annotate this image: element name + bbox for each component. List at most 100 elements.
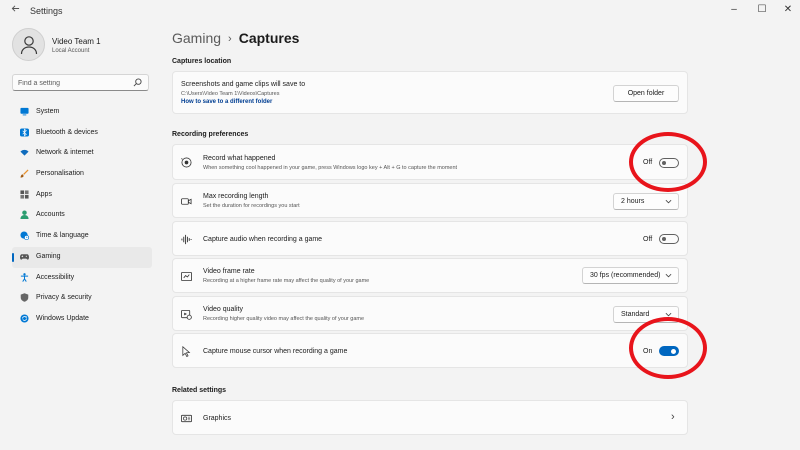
update-icon	[20, 314, 29, 323]
title-bar: Settings – ☐ ✕	[0, 0, 800, 22]
minimize-button[interactable]: –	[724, 2, 744, 18]
frame-rate-icon	[181, 271, 192, 282]
max-recording-length-title: Max recording length	[203, 193, 269, 200]
breadcrumb-parent[interactable]: Gaming	[172, 30, 221, 46]
capture-audio-toggle[interactable]	[659, 234, 679, 244]
toggle-knob	[662, 237, 666, 241]
account-type: Local Account	[52, 48, 90, 54]
breadcrumb: Gaming › Captures	[172, 30, 299, 46]
different-folder-link[interactable]: How to save to a different folder	[181, 99, 272, 105]
record-what-happened-title: Record what happened	[203, 155, 276, 162]
graphics-card-icon	[181, 414, 192, 423]
sidebar-item-system[interactable]: System	[12, 102, 152, 123]
avatar	[12, 28, 45, 61]
sidebar-item-accessibility[interactable]: Accessibility	[12, 268, 152, 289]
bluetooth-icon	[20, 128, 29, 137]
captures-path: C:\Users\Video Team 1\Videos\Captures	[181, 91, 280, 97]
max-recording-length-dropdown[interactable]: 2 hours	[613, 193, 679, 210]
brush-icon	[20, 169, 29, 178]
page-title: Captures	[238, 30, 300, 46]
video-frame-rate-dropdown[interactable]: 30 fps (recommended)	[582, 267, 679, 284]
maximize-button[interactable]: ☐	[752, 2, 772, 18]
gamepad-icon	[20, 254, 29, 260]
back-button[interactable]	[8, 4, 22, 18]
search-icon	[133, 78, 142, 87]
capture-mouse-cursor-toggle[interactable]	[659, 346, 679, 356]
section-heading-recording-preferences: Recording preferences	[172, 131, 249, 138]
breadcrumb-separator: ›	[228, 33, 232, 45]
video-quality-dropdown[interactable]: Standard	[613, 306, 679, 323]
sidebar-item-privacy-security[interactable]: Privacy & security	[12, 288, 152, 309]
accessibility-icon	[20, 272, 29, 282]
person-icon	[20, 36, 38, 55]
shield-icon	[20, 293, 29, 302]
capture-audio-title: Capture audio when recording a game	[203, 236, 323, 243]
video-quality-desc: Recording higher quality video may affec…	[203, 316, 365, 322]
sidebar-item-label: Gaming	[36, 252, 61, 260]
toggle-state-label: On	[643, 348, 653, 355]
sidebar-item-personalisation[interactable]: Personalisation	[12, 164, 152, 185]
max-recording-length-row: Max recording length Set the duration fo…	[172, 183, 688, 218]
sidebar-item-label: Bluetooth & devices	[36, 128, 98, 136]
toggle-knob	[671, 349, 676, 354]
open-folder-button[interactable]: Open folder	[613, 85, 679, 102]
wifi-icon	[20, 150, 29, 157]
monitor-icon	[20, 107, 29, 116]
apps-icon	[20, 190, 29, 199]
video-frame-rate-row: Video frame rate Recording at a higher f…	[172, 258, 688, 293]
section-heading-captures-location: Captures location	[172, 58, 232, 65]
dropdown-value: Standard	[621, 311, 650, 318]
user-profile[interactable]: Video Team 1 Local Account	[12, 28, 152, 64]
captures-location-card: Screenshots and game clips will save to …	[172, 71, 688, 114]
sidebar-item-label: Privacy & security	[36, 294, 92, 302]
close-button[interactable]: ✕	[778, 2, 798, 18]
record-what-happened-toggle[interactable]	[659, 158, 679, 168]
person-icon	[20, 210, 29, 220]
search-input[interactable]	[18, 77, 128, 89]
video-camera-icon	[181, 198, 192, 205]
dropdown-value: 2 hours	[621, 198, 645, 205]
chevron-right-icon: ›	[671, 411, 675, 423]
sidebar-item-label: Accessibility	[36, 273, 75, 281]
sidebar-item-label: Accounts	[36, 211, 65, 219]
video-quality-icon	[181, 309, 192, 320]
dropdown-value: 30 fps (recommended)	[590, 272, 661, 279]
video-quality-row: Video quality Recording higher quality v…	[172, 296, 688, 331]
chevron-down-icon	[665, 312, 672, 317]
mouse-pointer-icon	[182, 346, 191, 357]
sidebar-item-time-language[interactable]: Time & language	[12, 226, 152, 247]
chevron-down-icon	[665, 199, 672, 204]
capture-mouse-cursor-title: Capture mouse cursor when recording a ga…	[203, 348, 348, 355]
sidebar-item-apps[interactable]: Apps	[12, 185, 152, 206]
arrow-left-icon	[11, 5, 19, 12]
sidebar-item-bluetooth[interactable]: Bluetooth & devices	[12, 123, 152, 144]
sidebar-item-label: Time & language	[36, 232, 89, 240]
globe-clock-icon	[20, 231, 29, 241]
toggle-state-label: Off	[643, 159, 653, 166]
section-heading-related-settings: Related settings	[172, 387, 227, 394]
sidebar-item-windows-update[interactable]: Windows Update	[12, 309, 152, 330]
video-frame-rate-desc: Recording at a higher frame rate may aff…	[203, 278, 370, 284]
sidebar-item-label: System	[36, 108, 60, 115]
chevron-down-icon	[665, 273, 672, 278]
user-name: Video Team 1	[52, 37, 101, 46]
capture-mouse-cursor-row: Capture mouse cursor when recording a ga…	[172, 333, 688, 368]
record-what-happened-row: Record what happened When something cool…	[172, 144, 688, 180]
sidebar-item-label: Apps	[36, 190, 52, 198]
toggle-knob	[662, 161, 666, 165]
video-frame-rate-title: Video frame rate	[203, 268, 255, 275]
sidebar-item-label: Network & internet	[36, 149, 94, 157]
search-box[interactable]	[12, 74, 149, 91]
video-quality-title: Video quality	[203, 306, 243, 313]
record-what-happened-desc: When something cool happened in your gam…	[203, 165, 458, 171]
audio-wave-icon	[181, 234, 192, 245]
toggle-state-label: Off	[643, 236, 653, 243]
window-title: Settings	[30, 6, 63, 16]
sidebar-item-network[interactable]: Network & internet	[12, 143, 152, 164]
sidebar-nav: System Bluetooth & devices Network & int…	[12, 102, 152, 330]
record-icon	[181, 157, 192, 168]
sidebar-item-gaming[interactable]: Gaming	[12, 246, 152, 268]
graphics-row[interactable]: Graphics ›	[172, 400, 688, 435]
sidebar-item-accounts[interactable]: Accounts	[12, 205, 152, 226]
captures-location-title: Screenshots and game clips will save to	[181, 81, 306, 88]
